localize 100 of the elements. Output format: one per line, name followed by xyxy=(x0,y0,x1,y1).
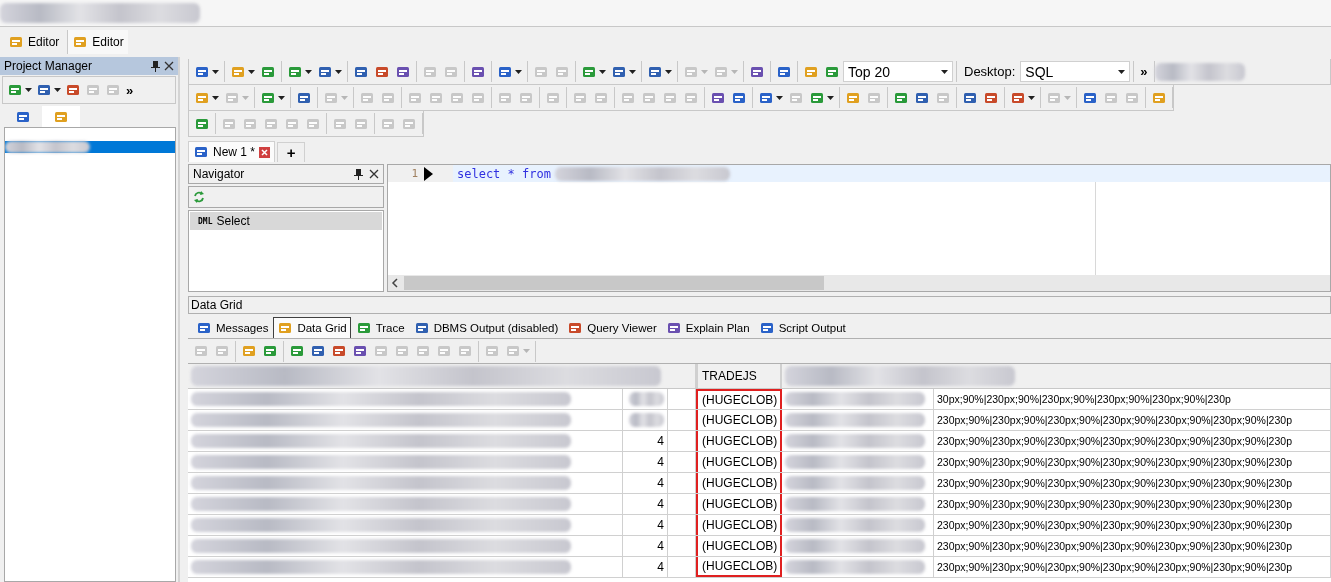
table-cell: (HUGECLOB) xyxy=(702,497,778,511)
dropdown-field[interactable]: SQL xyxy=(1020,61,1131,82)
tool-icon xyxy=(352,343,368,359)
tool-icon xyxy=(262,343,278,359)
tab-icon xyxy=(355,320,372,336)
caret-icon xyxy=(665,69,672,74)
more-button[interactable]: » xyxy=(1137,64,1151,79)
refresh-icon[interactable] xyxy=(193,190,205,204)
more-button[interactable]: » xyxy=(123,82,137,98)
tool-icon xyxy=(457,343,473,359)
table-cell: (HUGECLOB) xyxy=(702,539,778,553)
table-cell: 230px;90%|230px;90%|230px;90%|230px;90%|230px;90%|230px;90%|230p xyxy=(937,477,1292,489)
result-tab[interactable]: Script Output xyxy=(754,317,850,338)
caret-icon xyxy=(599,69,606,74)
caret-icon xyxy=(515,69,522,74)
tool-icon xyxy=(289,343,305,359)
caret-icon xyxy=(629,69,636,74)
dropdown-field[interactable]: Top 20 xyxy=(843,61,953,82)
tool-icon xyxy=(436,343,452,359)
table-cell: (HUGECLOB) xyxy=(702,434,778,448)
caret-icon xyxy=(341,95,348,100)
tab-icon xyxy=(277,320,294,336)
tool-icon xyxy=(505,343,521,359)
close-icon[interactable] xyxy=(259,146,271,158)
caret-icon xyxy=(25,88,32,92)
window-tab[interactable]: Editor xyxy=(67,30,128,54)
result-tab[interactable]: Explain Plan xyxy=(661,317,754,338)
panel-title: Project Manager xyxy=(4,59,94,73)
panel-title: Navigator xyxy=(193,167,246,181)
table-cell: 4 xyxy=(657,476,664,490)
close-icon[interactable] xyxy=(164,61,174,71)
caret-icon xyxy=(335,69,342,74)
new-tab-button[interactable]: + xyxy=(277,142,306,162)
redacted-area xyxy=(629,392,664,406)
table-cell: 30px;90%|230px;90%|230px;90%|230px;90%|230px;90%|230p xyxy=(937,393,1231,405)
caret-icon xyxy=(941,69,948,74)
tree-item[interactable] xyxy=(5,141,175,153)
redacted-area xyxy=(629,413,664,427)
table-cell: 230px;90%|230px;90%|230px;90%|230px;90%|230px;90%|230px;90%|230p xyxy=(937,456,1292,468)
caret-icon xyxy=(242,95,249,100)
caret-icon xyxy=(212,69,219,74)
tab-icon xyxy=(665,320,682,336)
caret-icon xyxy=(305,69,312,74)
caret-icon xyxy=(776,95,783,100)
code-text: select * from xyxy=(456,166,551,181)
tool-icon xyxy=(193,343,209,359)
horizontal-scrollbar[interactable] xyxy=(388,275,1330,291)
tool-icon xyxy=(65,82,81,98)
tab-icon xyxy=(413,320,430,336)
close-icon[interactable] xyxy=(369,169,379,179)
tool-icon xyxy=(85,82,101,98)
column-header[interactable]: TRADEJS xyxy=(702,369,757,383)
caret-icon xyxy=(827,95,834,100)
table-cell: 4 xyxy=(657,434,664,448)
caret-icon xyxy=(212,95,219,100)
code-editor[interactable]: 1 select * from xyxy=(387,164,1331,292)
table-cell: (HUGECLOB) xyxy=(702,393,778,407)
table-cell: 4 xyxy=(657,455,664,469)
tool-icon xyxy=(415,343,431,359)
document-tab[interactable]: New 1 * xyxy=(188,141,276,162)
table-cell: (HUGECLOB) xyxy=(702,518,778,532)
caret-icon xyxy=(248,69,255,74)
tool-icon xyxy=(214,343,230,359)
panel-title: Data Grid xyxy=(191,298,243,312)
line-number: 1 xyxy=(410,167,418,180)
table-cell: 230px;90%|230px;90%|230px;90%|230px;90%|230px;90%|230px;90%|230p xyxy=(937,435,1292,447)
result-tab[interactable]: Messages xyxy=(192,317,273,338)
table-cell: 4 xyxy=(657,497,664,511)
tool-icon xyxy=(331,343,347,359)
table-cell: 4 xyxy=(657,539,664,553)
result-tab[interactable]: Query Viewer xyxy=(563,317,661,338)
caret-icon xyxy=(1028,95,1035,100)
caret-icon xyxy=(278,95,285,100)
caret-icon xyxy=(731,69,738,74)
table-cell: 4 xyxy=(657,560,664,574)
table-cell: (HUGECLOB) xyxy=(702,455,778,469)
table-cell: 230px;90%|230px;90%|230px;90%|230px;90%|230px;90%|230px;90%|230p xyxy=(937,561,1292,573)
tool-icon xyxy=(241,343,257,359)
window-tab[interactable]: Editor xyxy=(4,30,64,54)
table-cell: (HUGECLOB) xyxy=(702,559,778,573)
tool-icon xyxy=(484,343,500,359)
result-tab[interactable]: Data Grid xyxy=(273,317,351,338)
table-cell: 230px;90%|230px;90%|230px;90%|230px;90%|230px;90%|230px;90%|230p xyxy=(937,519,1292,531)
tool-icon xyxy=(310,343,326,359)
table-cell: 230px;90%|230px;90%|230px;90%|230px;90%|230px;90%|230px;90%|230p xyxy=(937,540,1292,552)
result-tab[interactable]: Trace xyxy=(351,317,409,338)
pin-icon[interactable] xyxy=(151,60,160,72)
current-line-marker-icon xyxy=(424,166,433,181)
tool-icon xyxy=(105,82,121,98)
caret-icon xyxy=(701,69,708,74)
caret-icon xyxy=(1064,95,1071,100)
tool-icon xyxy=(36,82,52,98)
result-tab[interactable]: DBMS Output (disabled) xyxy=(409,317,563,338)
tab-icon xyxy=(567,320,584,336)
navigator-item[interactable]: DML Select xyxy=(190,212,382,230)
pin-icon[interactable] xyxy=(354,168,363,180)
tab-icon xyxy=(758,320,775,336)
tab-icon xyxy=(196,320,212,336)
table-cell: 4 xyxy=(657,518,664,532)
caret-icon xyxy=(523,349,530,353)
